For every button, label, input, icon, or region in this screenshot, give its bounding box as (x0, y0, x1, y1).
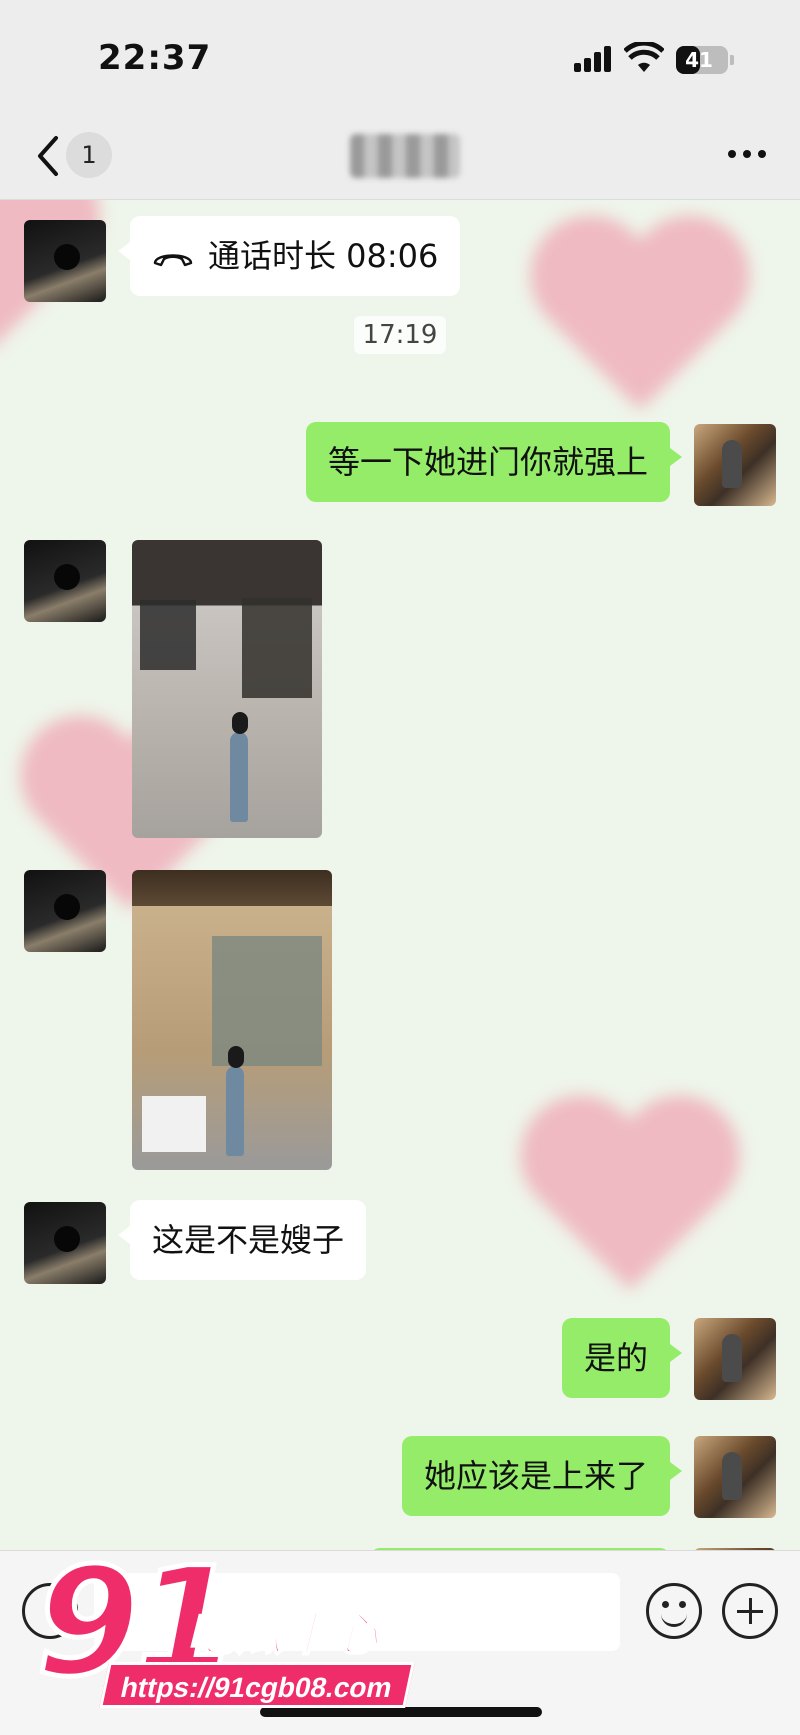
outgoing-message[interactable]: 是的 (561, 1318, 683, 1398)
watermark-url: https://91cgb08.com (99, 1662, 415, 1708)
call-duration: 通话时长 08:06 (208, 237, 439, 275)
message-text: 这是不是嫂子 (152, 1221, 345, 1259)
signal-icon (574, 46, 614, 72)
unread-badge[interactable]: 1 (66, 132, 112, 178)
my-avatar[interactable] (694, 424, 776, 506)
message-text: 她应该是上来了 (423, 1457, 648, 1495)
heart-decoration (530, 220, 790, 450)
chat-title: ■■■■ (350, 134, 460, 178)
chat-header: 1 ■■■■ (0, 112, 800, 200)
emoji-icon[interactable] (646, 1583, 702, 1639)
status-bar: 22:37 41 (0, 0, 800, 112)
call-icon (153, 254, 193, 267)
heart-decoration (520, 1100, 780, 1330)
contact-avatar[interactable] (24, 540, 106, 622)
message-text: 等一下她进门你就强上 (327, 443, 648, 481)
contact-avatar[interactable] (24, 1202, 106, 1284)
image-message[interactable] (132, 540, 322, 838)
person-figure (226, 1046, 244, 1156)
outgoing-message[interactable]: 等一下她进门你就强上 (305, 422, 683, 502)
message-text: 是的 (583, 1339, 648, 1377)
wifi-icon (624, 42, 664, 72)
outgoing-message[interactable]: 她应该是上来了 (401, 1436, 683, 1516)
watermark-brand: 吃瓜中心 (187, 1606, 380, 1662)
my-avatar[interactable] (694, 1318, 776, 1400)
call-record-bubble[interactable]: 通话时长 08:06 (117, 216, 461, 296)
battery-level: 41 (685, 48, 713, 72)
storefront (212, 936, 322, 1066)
chat-area[interactable]: 通话时长 08:06 17:19 等一下她进门你就强上 这是不是嫂子 是的 她应… (0, 200, 800, 1550)
storefront (142, 1096, 206, 1152)
my-avatar[interactable] (694, 1436, 776, 1518)
person-figure (230, 712, 248, 822)
battery-tip (730, 55, 734, 65)
image-message[interactable] (132, 870, 332, 1170)
message-timestamp: 17:19 (354, 316, 446, 354)
storefront (242, 598, 312, 698)
plus-icon[interactable] (722, 1583, 778, 1639)
back-icon[interactable] (34, 134, 64, 178)
storefront (140, 600, 196, 670)
contact-avatar[interactable] (24, 220, 106, 302)
battery-icon: 41 (676, 46, 728, 74)
incoming-message[interactable]: 这是不是嫂子 (117, 1200, 367, 1280)
more-icon[interactable] (728, 150, 768, 162)
status-time: 22:37 (98, 38, 212, 78)
contact-avatar[interactable] (24, 870, 106, 952)
